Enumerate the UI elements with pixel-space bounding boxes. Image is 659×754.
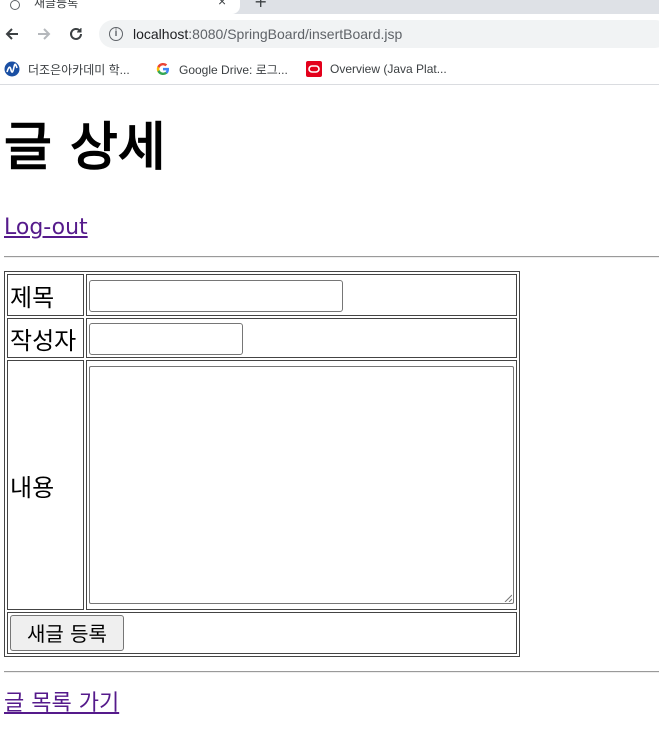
address-bar[interactable]: i localhost:8080/SpringBoard/insertBoard…: [99, 20, 659, 48]
divider-top: [4, 256, 659, 258]
bookmark-label: Google Drive: 로그...: [179, 62, 288, 77]
form-row-submit: 새글 등록: [7, 611, 517, 654]
writer-input[interactable]: [89, 323, 243, 356]
url-path: :8080/SpringBoard/insertBoard.jsp: [188, 26, 403, 42]
url-text: localhost:8080/SpringBoard/insertBoard.j…: [133, 26, 402, 42]
browser-toolbar: i localhost:8080/SpringBoard/insertBoard…: [0, 14, 659, 54]
content-cell: [86, 360, 517, 610]
reload-button[interactable]: [64, 22, 88, 46]
forward-button[interactable]: [32, 22, 56, 46]
arrow-right-icon: [38, 28, 51, 40]
reload-icon: [70, 27, 82, 40]
bookmark-label: Overview (Java Plat...: [330, 62, 447, 76]
writer-label: 작성자: [7, 318, 84, 359]
content-label: 내용: [7, 360, 84, 610]
content-textarea[interactable]: [89, 366, 514, 605]
divider-bottom: [4, 671, 659, 673]
writer-cell: [86, 318, 517, 359]
bookmark-label: 더조은아카데미 학...: [28, 62, 130, 77]
tab-title: 새글등록: [34, 0, 79, 10]
title-input[interactable]: [89, 279, 343, 312]
page-title: 글 상세: [4, 118, 166, 178]
resize-grip-icon[interactable]: [504, 594, 512, 603]
submit-button[interactable]: 새글 등록: [10, 614, 124, 651]
form-row-content: 내용: [7, 360, 517, 610]
bookmark-google-drive[interactable]: Google Drive: 로그...: [155, 59, 288, 79]
tab-active[interactable]: 새글등록 ×: [0, 0, 240, 14]
bookmark-thejoeun[interactable]: 더조은아카데미 학...: [4, 59, 130, 79]
title-label: 제목: [7, 274, 84, 317]
tab-strip: 새글등록 × +: [0, 0, 659, 14]
thejoeun-icon: [4, 61, 20, 77]
new-tab-icon[interactable]: +: [254, 0, 267, 11]
submit-cell: 새글 등록: [7, 611, 517, 654]
board-list-link[interactable]: 글 목록 가기: [4, 685, 119, 717]
globe-icon: [10, 0, 20, 10]
close-icon[interactable]: ×: [218, 0, 226, 9]
oracle-icon: [306, 61, 322, 77]
form-row-title: 제목: [7, 274, 517, 317]
logout-link[interactable]: Log-out: [4, 215, 88, 240]
bookmarks-bar: 더조은아카데미 학... Google Drive: 로그... Overvie…: [0, 54, 659, 85]
title-cell: [86, 274, 517, 317]
form-row-writer: 작성자: [7, 318, 517, 359]
info-icon[interactable]: i: [109, 27, 123, 41]
google-icon: [156, 63, 169, 75]
arrow-left-icon: [5, 28, 18, 40]
url-host: localhost: [133, 26, 189, 42]
insert-board-form: 제목 작성자 내용 새글 등록: [4, 271, 520, 657]
back-button[interactable]: [0, 22, 24, 46]
bookmark-java-overview[interactable]: Overview (Java Plat...: [306, 59, 447, 79]
